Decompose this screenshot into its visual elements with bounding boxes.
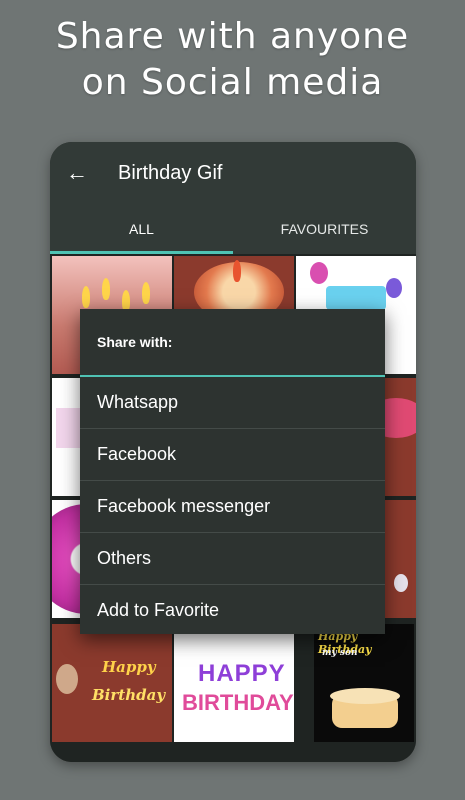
app-bar: ← Birthday Gif xyxy=(50,142,416,204)
arrow-left-icon[interactable]: ← xyxy=(50,142,104,204)
tab-all[interactable]: ALL xyxy=(50,204,233,254)
tab-favourites[interactable]: FAVOURITES xyxy=(233,204,416,254)
gif-thumb-happy-birthday-son[interactable]: Happy Birthday my son xyxy=(314,624,414,742)
promo-line-1: Share with anyone xyxy=(55,16,410,57)
promo-line-2: on Social media xyxy=(81,62,384,103)
share-option-add-to-favorite[interactable]: Add to Favorite xyxy=(80,585,385,636)
share-option-facebook[interactable]: Facebook xyxy=(80,429,385,481)
share-option-facebook-messenger[interactable]: Facebook messenger xyxy=(80,481,385,533)
tab-favourites-label: FAVOURITES xyxy=(280,221,369,237)
page-title: Birthday Gif xyxy=(118,161,223,184)
gif-thumb-happy-birthday-2[interactable]: HAPPY BIRTHDAY xyxy=(174,624,294,742)
promo-heading: Share with anyone on Social media xyxy=(0,14,465,106)
tab-bar: ALL FAVOURITES xyxy=(50,204,416,254)
thumb-text-my-son: my son xyxy=(322,648,358,658)
tab-all-label: ALL xyxy=(129,221,154,237)
gif-thumb-happy-birthday-1[interactable]: Happy Birthday xyxy=(52,624,172,742)
thumb-text-birthday: Birthday xyxy=(92,686,166,704)
thumb-text-happy: Happy xyxy=(102,658,156,676)
share-dialog: Share with: Whatsapp Facebook Facebook m… xyxy=(80,309,385,634)
share-option-others[interactable]: Others xyxy=(80,533,385,585)
share-dialog-title: Share with: xyxy=(97,334,173,350)
thumb-text-happy-caps: HAPPY xyxy=(198,660,286,687)
share-option-whatsapp[interactable]: Whatsapp xyxy=(80,377,385,429)
thumb-text-birthday-caps: BIRTHDAY xyxy=(182,690,294,715)
